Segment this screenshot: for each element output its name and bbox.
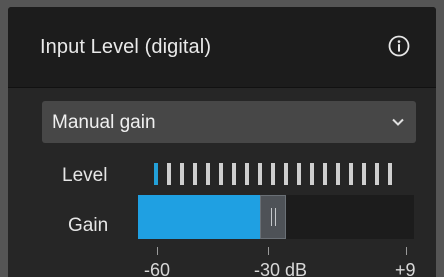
chevron-down-icon xyxy=(392,118,404,126)
thumb-grip-line xyxy=(275,208,276,226)
gain-slider-thumb[interactable] xyxy=(260,195,286,239)
gain-slider[interactable] xyxy=(138,195,414,239)
scale-tick xyxy=(268,247,269,255)
gain-mode-select[interactable]: Manual gain xyxy=(42,101,416,143)
scale-tick xyxy=(406,247,407,255)
level-meter-segment xyxy=(232,163,236,185)
level-meter-segment xyxy=(271,163,275,185)
scale-tick-label: +9 xyxy=(395,260,416,277)
level-meter-segment xyxy=(193,163,197,185)
level-meter-segment xyxy=(323,163,327,185)
panel-header: Input Level (digital) xyxy=(8,7,436,88)
gain-slider-fill xyxy=(138,195,268,239)
gain-label: Gain xyxy=(68,215,109,236)
gain-mode-selected: Manual gain xyxy=(52,112,156,133)
scale-tick-label: -30 dB xyxy=(254,260,308,277)
panel-title: Input Level (digital) xyxy=(40,36,212,58)
gain-scale: -60 -30 dB +9 xyxy=(8,247,436,277)
level-meter-segment xyxy=(245,163,249,185)
level-meter-segment xyxy=(375,163,379,185)
input-level-panel: Input Level (digital) Manual gain Level … xyxy=(8,7,436,277)
level-meter-segment xyxy=(388,163,392,185)
level-meter-segment xyxy=(154,163,158,185)
scale-tick-label: -60 xyxy=(144,260,171,277)
level-meter-segment xyxy=(284,163,288,185)
level-label: Level xyxy=(62,165,108,186)
level-meter xyxy=(154,163,400,185)
level-meter-segment xyxy=(258,163,262,185)
level-meter-segment xyxy=(167,163,171,185)
level-meter-segment xyxy=(349,163,353,185)
app-frame: Input Level (digital) Manual gain Level … xyxy=(0,0,444,277)
level-meter-segment xyxy=(297,163,301,185)
level-meter-segment xyxy=(336,163,340,185)
level-meter-segment xyxy=(310,163,314,185)
scale-tick xyxy=(157,247,158,255)
info-circle-icon[interactable] xyxy=(388,35,410,57)
level-meter-segment xyxy=(362,163,366,185)
level-meter-segment xyxy=(180,163,184,185)
level-meter-segment xyxy=(206,163,210,185)
level-meter-segment xyxy=(219,163,223,185)
thumb-grip-line xyxy=(271,208,272,226)
